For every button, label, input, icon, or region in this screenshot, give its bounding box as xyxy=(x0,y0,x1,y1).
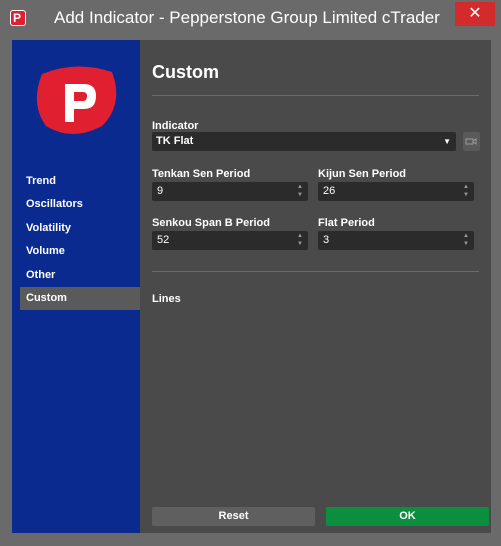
flat-period-value: 3 xyxy=(323,234,330,246)
chevron-down-icon[interactable]: ▼ xyxy=(296,240,304,248)
senkou-label: Senkou Span B Period xyxy=(152,217,270,229)
app-icon: P xyxy=(10,10,26,26)
tenkan-input[interactable]: 9 ▲ ▼ xyxy=(152,182,308,201)
flat-period-label: Flat Period xyxy=(318,217,375,229)
chevron-down-icon[interactable]: ▼ xyxy=(296,191,304,199)
chevron-up-icon[interactable]: ▲ xyxy=(296,183,304,191)
chevron-up-icon[interactable]: ▲ xyxy=(296,232,304,240)
chevron-down-icon[interactable]: ▼ xyxy=(462,240,470,248)
tenkan-stepper[interactable]: ▲ ▼ xyxy=(296,183,304,199)
close-button[interactable]: ✕ xyxy=(455,2,495,26)
divider xyxy=(152,271,479,272)
settings-panel: Custom Indicator TK Flat ▼ Tenkan Sen Pe… xyxy=(152,40,489,533)
window-title: Add Indicator - Pepperstone Group Limite… xyxy=(54,8,440,27)
pepperstone-logo xyxy=(36,66,117,134)
senkou-value: 52 xyxy=(157,234,170,246)
ok-button[interactable]: OK xyxy=(326,507,489,526)
indicator-select[interactable]: TK Flat ▼ xyxy=(152,132,456,151)
lines-label: Lines xyxy=(152,293,181,305)
reset-button[interactable]: Reset xyxy=(152,507,315,526)
title-bar[interactable]: P Add Indicator - Pepperstone Group Limi… xyxy=(0,0,501,36)
add-indicator-window: P Add Indicator - Pepperstone Group Limi… xyxy=(0,0,501,546)
flat-period-stepper[interactable]: ▲ ▼ xyxy=(462,232,470,248)
chevron-down-icon[interactable]: ▼ xyxy=(462,191,470,199)
kijun-value: 26 xyxy=(323,185,336,197)
kijun-label: Kijun Sen Period xyxy=(318,168,407,180)
tenkan-label: Tenkan Sen Period xyxy=(152,168,251,180)
indicator-label: Indicator xyxy=(152,120,199,132)
app-icon-letter: P xyxy=(13,11,22,25)
sidebar-item-volume[interactable]: Volume xyxy=(20,240,140,263)
sidebar-item-oscillators[interactable]: Oscillators xyxy=(20,193,140,216)
category-nav: Trend Oscillators Volatility Volume Othe… xyxy=(20,170,140,311)
senkou-input[interactable]: 52 ▲ ▼ xyxy=(152,231,308,250)
page-title: Custom xyxy=(152,62,219,82)
dialog-body: Trend Oscillators Volatility Volume Othe… xyxy=(12,40,491,533)
sidebar-item-trend[interactable]: Trend xyxy=(20,170,140,193)
chevron-down-icon: ▼ xyxy=(443,137,451,146)
chevron-up-icon[interactable]: ▲ xyxy=(462,183,470,191)
indicator-preview-button[interactable] xyxy=(463,132,480,151)
divider xyxy=(152,95,479,96)
senkou-stepper[interactable]: ▲ ▼ xyxy=(296,232,304,248)
sidebar-item-other[interactable]: Other xyxy=(20,264,140,287)
video-icon xyxy=(465,138,477,145)
chevron-up-icon[interactable]: ▲ xyxy=(462,232,470,240)
flat-period-input[interactable]: 3 ▲ ▼ xyxy=(318,231,474,250)
tenkan-value: 9 xyxy=(157,185,164,197)
kijun-input[interactable]: 26 ▲ ▼ xyxy=(318,182,474,201)
category-sidebar: Trend Oscillators Volatility Volume Othe… xyxy=(12,40,140,533)
sidebar-item-volatility[interactable]: Volatility xyxy=(20,217,140,240)
kijun-stepper[interactable]: ▲ ▼ xyxy=(462,183,470,199)
indicator-value: TK Flat xyxy=(156,135,194,147)
close-icon: ✕ xyxy=(468,5,482,22)
sidebar-item-custom[interactable]: Custom xyxy=(20,286,140,311)
